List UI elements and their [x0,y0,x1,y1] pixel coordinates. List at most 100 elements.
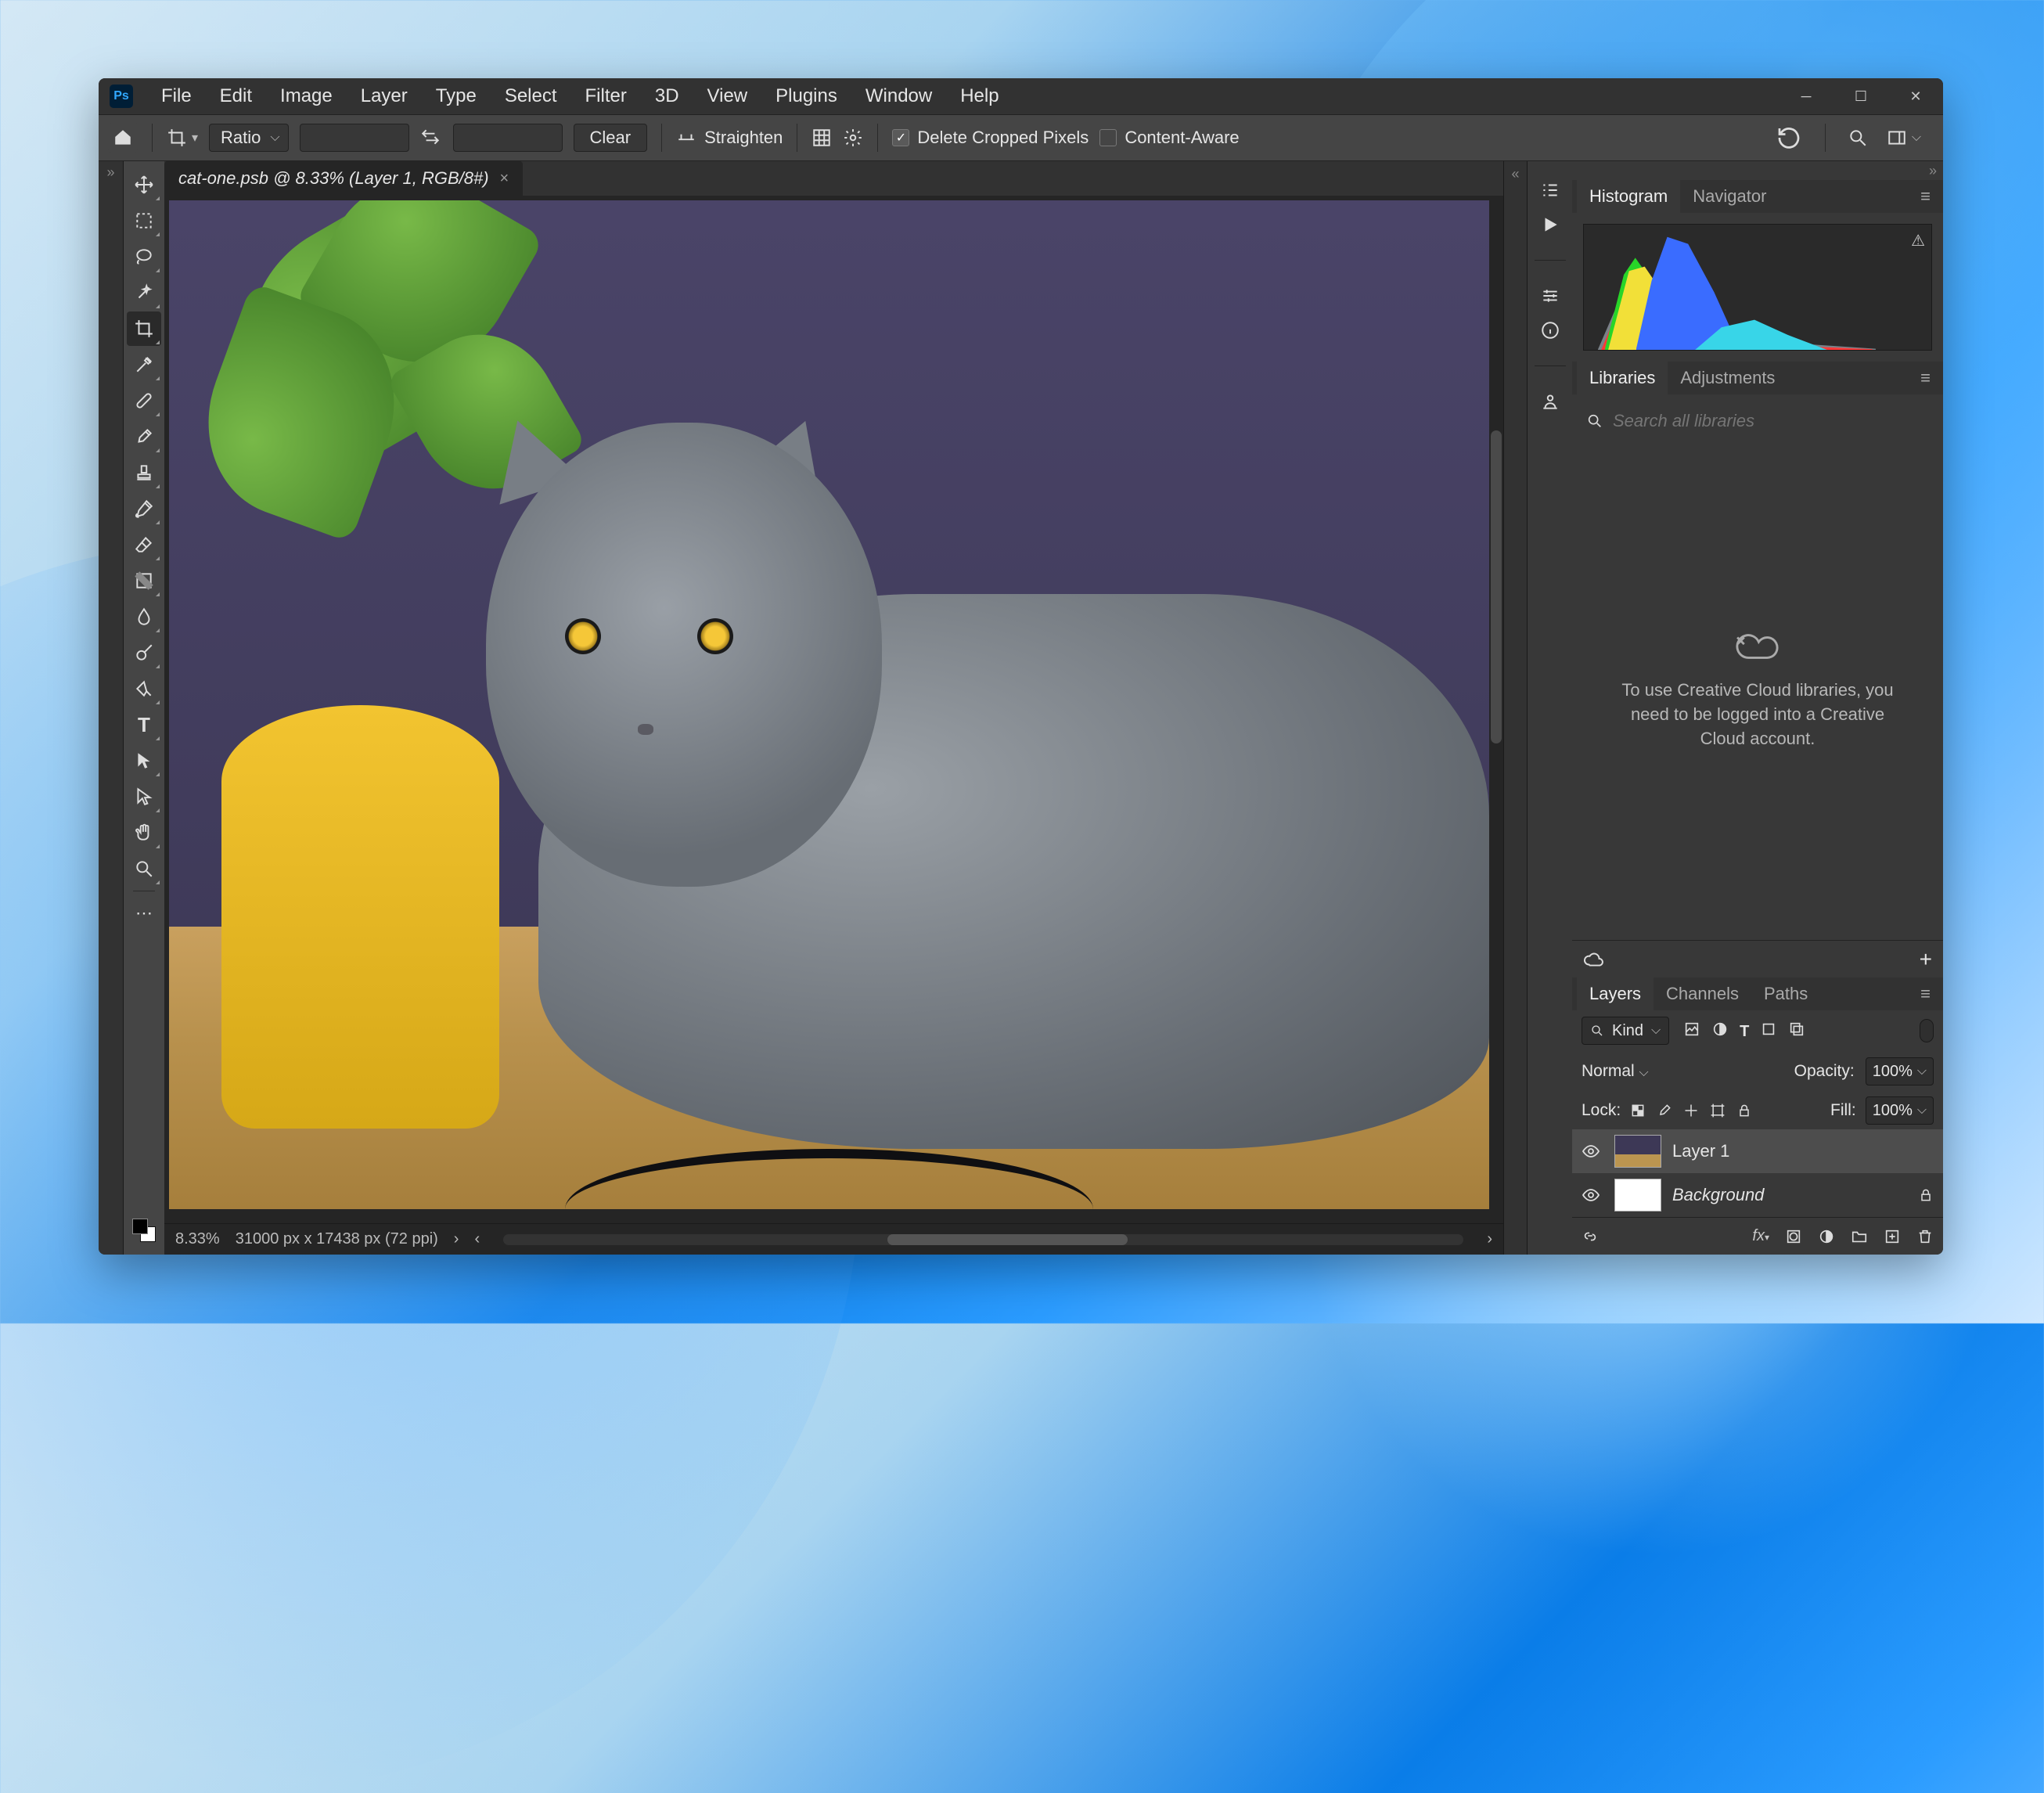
filter-smart-icon[interactable] [1788,1021,1805,1041]
document-tab[interactable]: cat-one.psb @ 8.33% (Layer 1, RGB/8#) × [164,161,523,196]
layer-thumbnail[interactable] [1614,1135,1661,1168]
properties-panel-icon[interactable] [1540,286,1560,306]
info-panel-icon[interactable] [1540,320,1560,340]
tool-preset[interactable]: ▾ [167,128,198,148]
crop-tool[interactable] [127,311,161,346]
path-select-tool[interactable] [127,743,161,778]
play-action-icon[interactable] [1540,214,1560,235]
lock-all-icon[interactable] [1736,1103,1752,1118]
warning-icon[interactable]: ⚠ [1911,231,1925,250]
adjustment-layer-button[interactable] [1818,1228,1835,1245]
direct-select-tool[interactable] [127,779,161,814]
zoom-level[interactable]: 8.33% [175,1230,220,1248]
layer-name[interactable]: Background [1672,1185,1907,1205]
menu-type[interactable]: Type [422,81,491,112]
panel-menu-icon[interactable]: ≡ [1913,984,1938,1004]
filter-type-icon[interactable]: T [1740,1021,1749,1041]
new-layer-button[interactable] [1884,1228,1901,1245]
left-collapse-gutter[interactable]: » [99,161,124,1255]
layer-name[interactable]: Layer 1 [1672,1141,1934,1161]
layer-fx-button[interactable]: fx▾ [1752,1227,1769,1245]
foreground-color-swatch[interactable] [132,1219,148,1234]
fill-input[interactable]: 100% ⌵ [1866,1096,1934,1125]
maximize-button[interactable]: ☐ [1833,78,1888,114]
vertical-scrollbar[interactable] [1491,430,1502,743]
content-aware-checkbox[interactable]: Content-Aware [1099,128,1239,148]
lock-artboard-icon[interactable] [1710,1103,1726,1118]
layer-row[interactable]: Layer 1 [1572,1129,1943,1173]
menu-layer[interactable]: Layer [347,81,422,112]
add-to-library-button[interactable]: + [1920,947,1932,972]
lock-position-icon[interactable] [1683,1103,1699,1118]
lasso-tool[interactable] [127,239,161,274]
libraries-search[interactable] [1586,405,1929,437]
clone-source-panel-icon[interactable] [1540,391,1560,412]
menu-image[interactable]: Image [266,81,347,112]
crop-settings-button[interactable] [843,128,863,148]
swap-dimensions-button[interactable] [420,127,442,149]
actions-panel-icon[interactable] [1540,180,1560,200]
layer-mask-button[interactable] [1785,1228,1802,1245]
clear-button[interactable]: Clear [574,124,648,152]
panel-menu-icon[interactable]: ≡ [1913,368,1938,388]
pen-tool[interactable] [127,671,161,706]
right-collapse-gutter[interactable]: « [1503,161,1527,1255]
dock-collapse-handle[interactable]: » [1572,161,1943,180]
menu-view[interactable]: View [693,81,762,112]
menu-3d[interactable]: 3D [641,81,693,112]
filter-shape-icon[interactable] [1760,1021,1777,1041]
quick-select-tool[interactable] [127,275,161,310]
color-swatches[interactable] [132,1219,156,1248]
brush-tool[interactable] [127,419,161,454]
filter-pixel-icon[interactable] [1683,1021,1700,1041]
overlay-grid-button[interactable] [811,128,832,148]
tab-paths[interactable]: Paths [1751,978,1820,1010]
close-tab-icon[interactable]: × [500,170,509,188]
gradient-tool[interactable] [127,563,161,598]
libraries-search-input[interactable] [1613,411,1929,431]
workspace-switcher[interactable]: ⌵ [1887,128,1921,148]
menu-filter[interactable]: Filter [571,81,641,112]
horizontal-scrollbar[interactable] [503,1234,1463,1245]
layer-filter-type[interactable]: Kind ⌵ [1582,1017,1669,1045]
spot-heal-tool[interactable] [127,383,161,418]
history-brush-tool[interactable] [127,491,161,526]
cloud-sync-icon[interactable] [1583,949,1603,970]
crop-width-input[interactable] [300,124,409,152]
type-tool[interactable]: T [127,707,161,742]
delete-layer-button[interactable] [1916,1228,1934,1245]
minimize-button[interactable]: ─ [1779,78,1833,114]
opacity-input[interactable]: 100% ⌵ [1866,1057,1934,1086]
new-group-button[interactable] [1851,1228,1868,1245]
marquee-tool[interactable] [127,203,161,238]
home-button[interactable] [108,123,138,153]
scroll-right-icon[interactable]: › [1487,1230,1492,1248]
panel-menu-icon[interactable]: ≡ [1913,186,1938,207]
eyedropper-tool[interactable] [127,347,161,382]
close-button[interactable]: ✕ [1888,78,1943,114]
tab-histogram[interactable]: Histogram [1577,180,1680,213]
visibility-toggle[interactable] [1582,1186,1603,1204]
lock-pixels-icon[interactable] [1657,1103,1672,1118]
canvas-viewport[interactable] [164,196,1503,1223]
tab-libraries[interactable]: Libraries [1577,362,1668,394]
blur-tool[interactable] [127,599,161,634]
menu-edit[interactable]: Edit [206,81,266,112]
tab-layers[interactable]: Layers [1577,978,1654,1010]
layer-row[interactable]: Background [1572,1173,1943,1217]
layer-thumbnail[interactable] [1614,1179,1661,1212]
dodge-tool[interactable] [127,635,161,670]
search-button[interactable] [1848,128,1868,148]
move-tool[interactable] [127,167,161,202]
lock-transparency-icon[interactable] [1630,1103,1646,1118]
filter-adjustment-icon[interactable] [1711,1021,1729,1041]
tab-navigator[interactable]: Navigator [1680,180,1779,213]
menu-file[interactable]: File [147,81,206,112]
edit-toolbar-button[interactable]: ⋯ [127,896,161,931]
tab-channels[interactable]: Channels [1654,978,1751,1010]
menu-select[interactable]: Select [491,81,571,112]
zoom-tool[interactable] [127,851,161,886]
blend-mode-dropdown[interactable]: Normal ⌵ [1582,1062,1783,1081]
tab-adjustments[interactable]: Adjustments [1668,362,1787,394]
aspect-ratio-dropdown[interactable]: Ratio ⌵ [209,124,289,152]
